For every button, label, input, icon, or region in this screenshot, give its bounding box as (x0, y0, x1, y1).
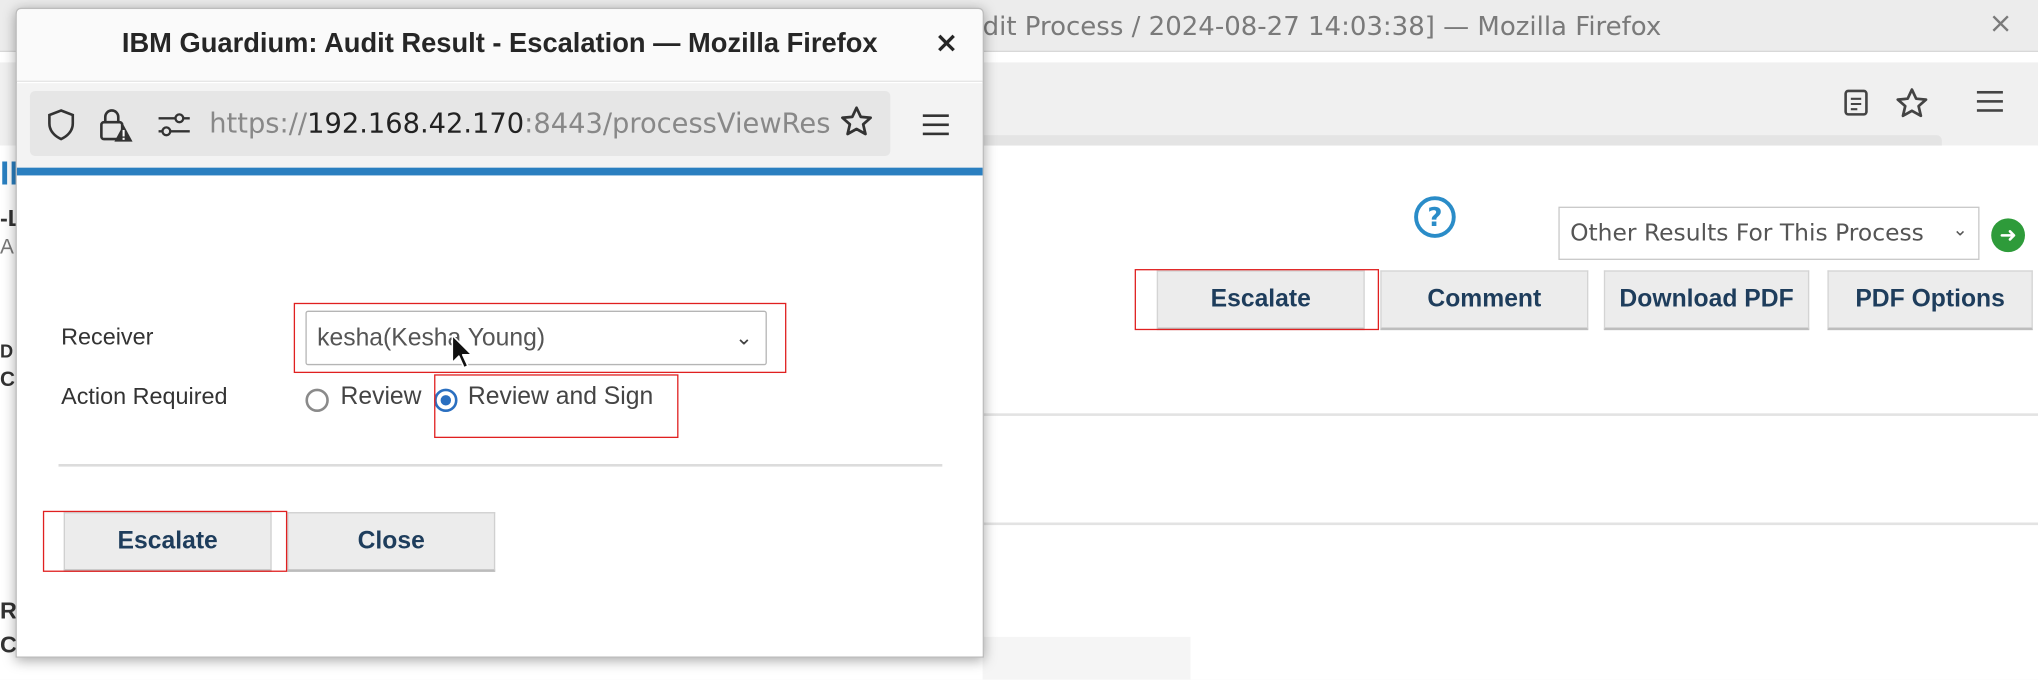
background-panel (982, 636, 1191, 680)
left-fragment: C (0, 631, 17, 658)
escalation-popup-window: IBM Guardium: Audit Result - Escalation … (15, 7, 984, 658)
left-fragment: D (0, 340, 14, 362)
other-results-select[interactable]: Other Results For This Process ⌄ (1558, 206, 1980, 260)
receiver-label: Receiver (61, 323, 154, 350)
url-path: :8443/processViewResult (524, 107, 831, 140)
escalate-button[interactable]: Escalate (1156, 270, 1365, 331)
receiver-select-value: kesha(Kesha Young) (317, 324, 546, 353)
mouse-cursor-icon (451, 334, 473, 369)
accent-bar (16, 167, 983, 176)
bookmark-star-icon[interactable] (838, 104, 874, 147)
left-fragment: R (0, 597, 17, 624)
close-icon[interactable]: × (935, 27, 959, 59)
popup-url-bar[interactable]: https://192.168.42.170:8443/processViewR… (29, 90, 891, 156)
permissions-icon[interactable] (157, 112, 191, 144)
chevron-down-icon: ⌄ (735, 327, 753, 350)
go-arrow-icon[interactable]: ➜ (1991, 218, 2025, 253)
background-window-title: dit Process / 2024-08-27 14:03:38] — Moz… (982, 10, 1662, 42)
popup-url-text[interactable]: https://192.168.42.170:8443/processViewR… (209, 108, 830, 139)
escalation-form: Receiver kesha(Kesha Young) ⌄ Action Req… (16, 175, 983, 657)
menu-icon[interactable] (922, 112, 951, 144)
review-radio[interactable] (305, 388, 329, 413)
shield-icon[interactable] (45, 108, 76, 148)
left-fragment: C (0, 369, 16, 392)
receiver-select[interactable]: kesha(Kesha Young) ⌄ (305, 310, 767, 366)
menu-icon[interactable] (1976, 88, 2005, 120)
url-scheme: https:// (209, 107, 308, 140)
lock-warning-icon[interactable] (97, 107, 133, 150)
divider (982, 522, 2038, 526)
form-divider (58, 464, 943, 467)
close-button[interactable]: Close (287, 512, 496, 572)
popup-title: IBM Guardium: Audit Result - Escalation … (121, 28, 878, 59)
comment-button[interactable]: Comment (1380, 270, 1589, 331)
screen: dit Process / 2024-08-27 14:03:38] — Moz… (0, 0, 2038, 680)
review-and-sign-radio[interactable] (434, 388, 458, 413)
url-host: 192.168.42.170 (307, 107, 525, 140)
review-and-sign-radio-label[interactable]: Review and Sign (468, 383, 653, 412)
other-results-select-value: Other Results For This Process (1570, 219, 1924, 247)
background-window-close-icon[interactable]: × (1989, 8, 2013, 40)
divider (982, 413, 2038, 416)
reader-view-icon[interactable] (1843, 88, 1869, 123)
left-fragment: A (0, 236, 14, 259)
popup-titlebar: IBM Guardium: Audit Result - Escalation … (16, 9, 983, 82)
pdf-options-button[interactable]: PDF Options (1827, 270, 2033, 331)
popup-navbar: https://192.168.42.170:8443/processViewR… (16, 83, 983, 169)
download-pdf-button[interactable]: Download PDF (1603, 270, 1810, 331)
escalate-button[interactable]: Escalate (63, 512, 272, 572)
review-radio-label[interactable]: Review (341, 383, 422, 412)
action-required-label: Action Required (61, 383, 228, 410)
bookmark-star-icon[interactable] (1894, 86, 1930, 129)
help-icon[interactable]: ? (1414, 196, 1456, 238)
chevron-down-icon: ⌄ (1952, 219, 1968, 241)
